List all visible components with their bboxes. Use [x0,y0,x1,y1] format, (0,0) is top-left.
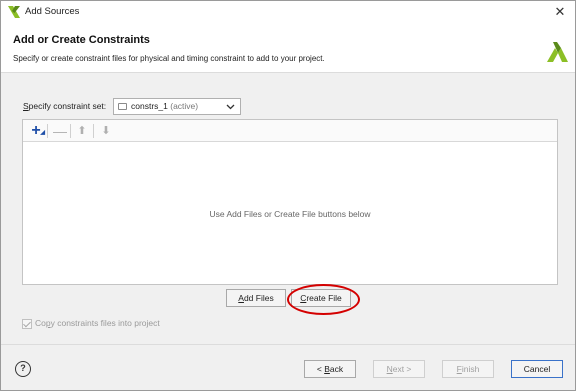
copy-constraints-checkbox[interactable] [22,319,32,329]
help-icon[interactable]: ? [15,361,31,377]
chevron-down-icon [226,104,235,110]
toolbar-divider [93,124,94,138]
app-logo-icon [8,6,20,18]
title-bar: Add Sources ✕ [1,1,575,23]
wizard-header: Add or Create Constraints Specify or cre… [1,23,575,73]
page-title: Add or Create Constraints [13,34,150,46]
constraint-files-list[interactable]: + ◢ — ⬆ ⬇ Use Add Files or Create File bu… [22,119,558,285]
move-down-icon[interactable]: ⬇ [98,123,114,139]
add-sources-dialog: Add Sources ✕ Add or Create Constraints … [0,0,576,391]
cancel-button[interactable]: Cancel [511,360,563,378]
vivado-logo-icon [547,42,568,62]
constraint-set-label: Specify constraint set: [23,101,107,111]
page-description: Specify or create constraint files for p… [13,54,325,63]
footer-divider [1,344,575,345]
copy-constraints-label: Copy constraints files into project [35,318,160,328]
window-title: Add Sources [25,6,80,17]
add-icon[interactable]: + ◢ [28,123,45,139]
back-button[interactable]: < Back [304,360,356,378]
next-button[interactable]: Next > [373,360,425,378]
close-button[interactable]: ✕ [551,3,569,21]
folder-icon [118,103,127,110]
toolbar-divider [47,124,48,138]
finish-button[interactable]: Finish [442,360,494,378]
remove-icon[interactable]: — [52,123,68,139]
add-files-button[interactable]: Add Files [226,289,286,307]
toolbar-divider [70,124,71,138]
list-toolbar: + ◢ — ⬆ ⬇ [23,120,557,142]
highlight-circle-annotation [287,284,360,315]
constraint-set-dropdown[interactable]: constrs_1 (active) [113,98,241,115]
move-up-icon[interactable]: ⬆ [74,123,90,139]
constraint-set-value: constrs_1 (active) [131,101,199,111]
empty-list-message: Use Add Files or Create File buttons bel… [209,209,371,219]
